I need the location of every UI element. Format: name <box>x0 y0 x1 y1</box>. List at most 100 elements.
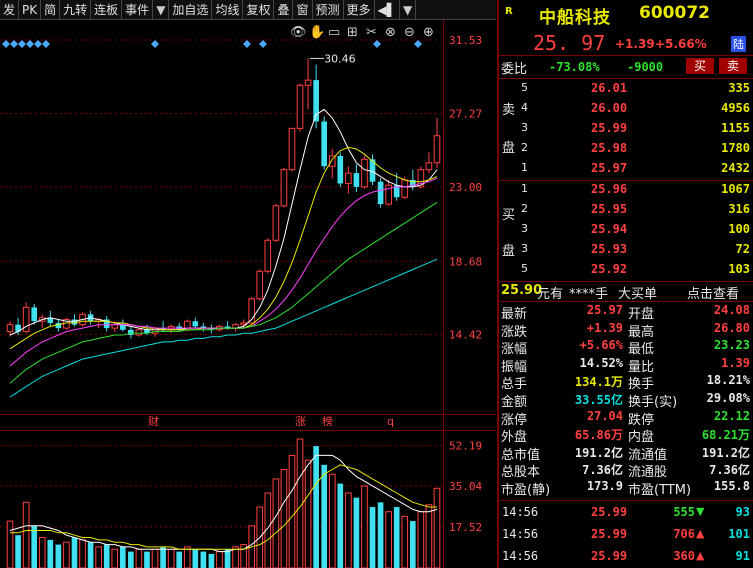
stat-label: 流通股 <box>628 465 668 481</box>
promo-link[interactable]: 点击查看 <box>687 283 739 302</box>
candle-body <box>256 270 264 300</box>
sell-button[interactable]: 卖 <box>719 58 747 74</box>
tick-time: 14:56 <box>502 527 539 541</box>
volume-bar <box>55 544 62 568</box>
toolbar-item[interactable]: ◀▌ <box>375 0 400 20</box>
divider <box>499 500 753 501</box>
vol-tick-label: 52.19 <box>449 440 482 453</box>
promo-bar[interactable]: 25.90 元有 ****手 大买单 点击查看 <box>499 283 753 302</box>
volume-bar <box>95 546 102 568</box>
marker-diamond-icon <box>2 40 10 48</box>
weibi-diff: -9000 <box>627 60 664 74</box>
stat-value: 23.23 <box>713 338 750 353</box>
ask-level: 1 <box>521 161 528 174</box>
candle-body <box>192 321 199 327</box>
marker-diamond-icon <box>243 40 251 48</box>
bid-level: 2 <box>521 202 528 215</box>
divider <box>499 281 753 282</box>
candle-body <box>304 79 312 86</box>
toolbar-item[interactable]: 均线 <box>212 0 244 20</box>
volume-bar <box>216 551 223 568</box>
marker-diamond-icon <box>10 40 18 48</box>
bid-level: 1 <box>521 182 528 195</box>
marker-diamond-icon <box>259 40 267 48</box>
stat-value: 25.97 <box>586 303 623 317</box>
stat-label: 总手 <box>501 377 528 393</box>
stat-label: 换手 <box>628 377 655 393</box>
ask-price[interactable]: 25.98 <box>591 141 627 155</box>
tick-time: 14:56 <box>502 505 539 519</box>
chart-toolbar: 发 PK 简九转 连板 事件 ▼ 加自选 均线 复权叠窗预测 更多 ◀▌ ▼ <box>0 0 496 20</box>
event-label: 涨 <box>295 415 306 428</box>
stat-value: 26.80 <box>713 320 750 335</box>
toolbar-item[interactable]: PK <box>19 0 42 20</box>
toolbar-item[interactable]: 预测 <box>313 0 344 20</box>
ask-price[interactable]: 25.99 <box>591 121 627 135</box>
candle-body <box>345 172 352 184</box>
bid-price[interactable]: 25.93 <box>591 242 627 256</box>
event-label: 榜 <box>322 414 333 428</box>
tick-count: 91 <box>735 549 750 563</box>
ask-price[interactable]: 26.00 <box>591 101 627 115</box>
volume-bar <box>183 546 191 568</box>
volume-bar <box>79 539 86 568</box>
toolbar-item[interactable]: 叠 <box>274 0 294 20</box>
tick-count: 93 <box>735 505 750 519</box>
kline-chart-area[interactable]: 31.53 27.27 23.00 18.68 14.42 52.19 35.04 17.52… <box>0 20 496 568</box>
bid-price[interactable]: 25.92 <box>591 262 627 276</box>
kline-chart[interactable]: 31.53 27.27 23.00 18.68 14.42 52.19 35.04 17.52… <box>0 20 496 568</box>
marker-diamond-icon <box>42 40 50 48</box>
toolbar-item[interactable]: ▼ <box>153 0 170 20</box>
volume-bar <box>272 478 280 568</box>
stock-name: 中船科技 <box>539 8 611 28</box>
r-mark: R <box>505 6 513 17</box>
toolbar-item[interactable]: 发 <box>0 0 20 20</box>
bid-level: 3 <box>521 222 528 235</box>
stat-label: 金额 <box>501 395 528 410</box>
weibi-label: 委比 <box>501 62 528 77</box>
toolbar-item[interactable]: 窗 <box>293 0 313 20</box>
bid-volume: 72 <box>735 242 750 256</box>
bid-volume: 316 <box>728 202 750 216</box>
y-tick-label: 14.42 <box>449 329 482 342</box>
volume-bar <box>345 492 352 568</box>
volume-bar <box>304 459 312 568</box>
stat-label: 最新 <box>501 307 528 322</box>
volume-bar <box>22 501 30 568</box>
toolbar-item[interactable]: 复权 <box>243 0 275 20</box>
toolbar-item[interactable]: 事件 <box>122 0 154 20</box>
buy-button[interactable]: 买 <box>686 58 714 74</box>
stat-value: 1.39 <box>721 355 750 370</box>
candle-body <box>280 169 288 207</box>
bid-price[interactable]: 25.94 <box>591 222 627 236</box>
bid-volume: 100 <box>728 222 750 236</box>
bid-price[interactable]: 25.96 <box>591 182 627 196</box>
stat-label: 流通值 <box>628 447 668 463</box>
toolbar-item[interactable]: 加自选 <box>169 0 213 20</box>
toolbar-item[interactable]: 连板 <box>91 0 123 20</box>
toolbar-item[interactable]: 更多 <box>344 0 375 20</box>
market-badge: 陆 <box>731 36 746 52</box>
candle-body <box>31 307 38 322</box>
event-label: q <box>387 415 394 428</box>
tick-volume: 706 <box>673 527 695 541</box>
toolbar-item[interactable]: 简 <box>41 0 61 20</box>
ask-level: 4 <box>521 101 528 114</box>
volume-bar <box>401 515 409 568</box>
candle-body <box>425 162 433 171</box>
ask-price[interactable]: 26.01 <box>591 81 627 95</box>
volume-bar <box>393 507 400 568</box>
toolbar-item[interactable]: ▼ <box>400 0 417 20</box>
ask-price[interactable]: 25.97 <box>591 161 627 175</box>
toolbar-item[interactable]: 九转 <box>60 0 92 20</box>
candle-body <box>296 84 304 129</box>
stat-value: 68.21万 <box>701 428 750 443</box>
bid-price[interactable]: 25.95 <box>591 202 627 216</box>
stat-label: 涨幅 <box>501 342 528 358</box>
stat-label: 量比 <box>628 359 655 375</box>
volume-bar <box>200 551 207 568</box>
bid-volume: 103 <box>728 262 750 276</box>
stat-label: 换手(实) <box>628 395 678 410</box>
volume-bar <box>160 546 166 568</box>
ask-level: 3 <box>521 121 528 134</box>
